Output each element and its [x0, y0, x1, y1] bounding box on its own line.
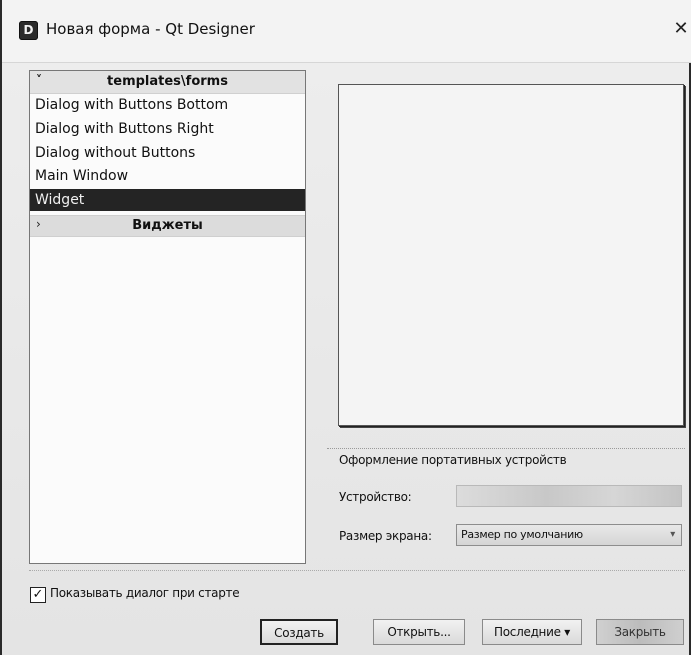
device-profile-title: Оформление портативных устройств: [339, 453, 567, 467]
device-label: Устройство:: [339, 490, 412, 504]
open-button[interactable]: Открыть...: [373, 619, 465, 645]
tree-group-label: Виджеты: [132, 218, 203, 233]
tree-group-widgets[interactable]: › Виджеты: [30, 215, 305, 237]
close-icon[interactable]: ✕: [673, 18, 689, 40]
form-preview: [338, 84, 684, 426]
tree-item-dialog-buttons-bottom[interactable]: Dialog with Buttons Bottom: [35, 94, 228, 116]
create-button[interactable]: Создать: [260, 619, 338, 645]
screen-size-label: Размер экрана:: [339, 529, 432, 543]
title-bar: D Новая форма - Qt Designer ✕: [2, 0, 691, 63]
qt-designer-app-icon: D: [19, 21, 38, 40]
chevron-down-icon: ▾: [670, 529, 675, 540]
close-button[interactable]: Закрыть: [596, 619, 684, 645]
tree-item-main-window[interactable]: Main Window: [35, 165, 128, 187]
show-on-start-label[interactable]: Показывать диалог при старте: [50, 586, 240, 600]
screen-size-select[interactable]: Размер по умолчанию ▾: [456, 524, 682, 546]
tree-group-templates-forms[interactable]: ˅ templates\forms: [30, 71, 305, 94]
show-on-start-checkbox[interactable]: ✓: [30, 587, 46, 603]
tree-item-dialog-buttons-right[interactable]: Dialog with Buttons Right: [35, 118, 214, 140]
screen-size-value: Размер по умолчанию: [461, 528, 583, 541]
separator: [29, 570, 685, 572]
new-form-dialog: D Новая форма - Qt Designer ✕ ˅ template…: [0, 0, 691, 655]
tree-group-label: templates\forms: [107, 74, 228, 89]
tree-item-dialog-without-buttons[interactable]: Dialog without Buttons: [35, 142, 195, 164]
device-profile-group: Оформление портативных устройств Устройс…: [327, 448, 685, 555]
tree-item-widget[interactable]: Widget: [30, 189, 305, 211]
recent-button[interactable]: Последние ▾: [482, 619, 582, 645]
device-select[interactable]: [456, 485, 682, 507]
window-title: Новая форма - Qt Designer: [46, 20, 255, 38]
